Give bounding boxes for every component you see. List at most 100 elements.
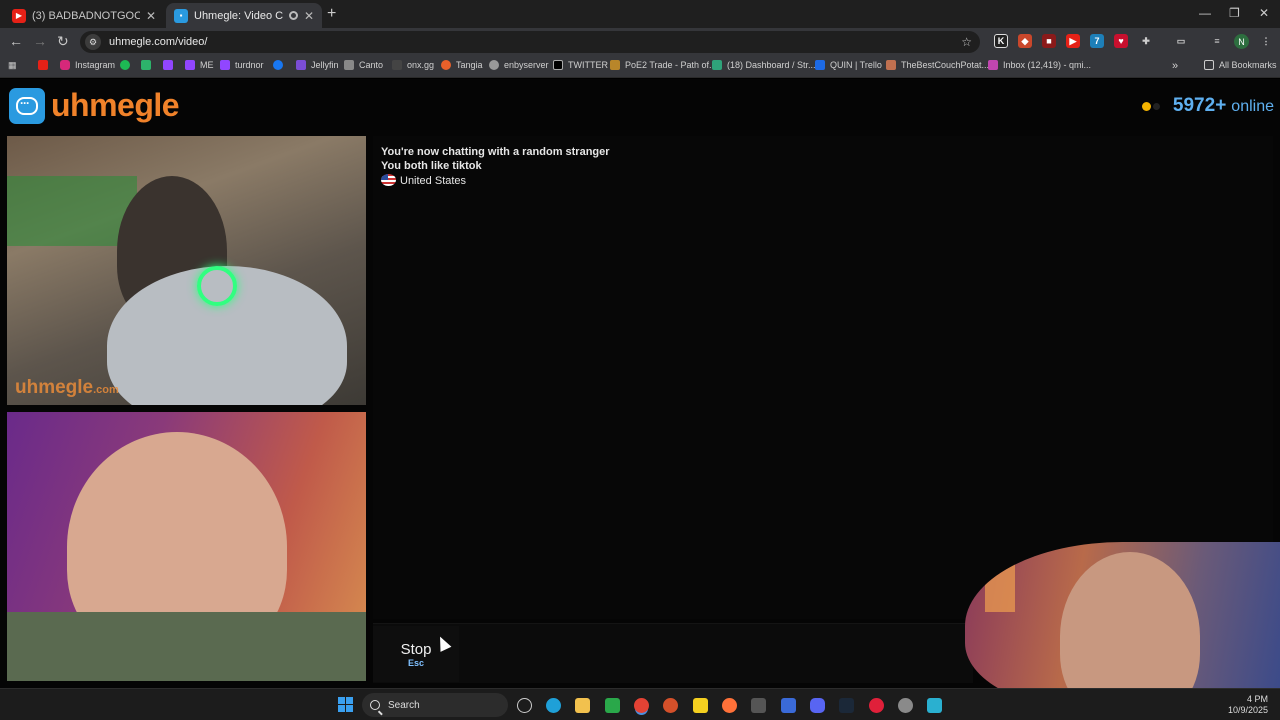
uhmegle-favicon-icon: ▪ bbox=[174, 8, 188, 23]
all-bookmarks[interactable]: All Bookmarks bbox=[1204, 60, 1277, 70]
couchpotato-icon bbox=[886, 60, 896, 70]
bookmark-couchpotato[interactable]: TheBestCouchPotat... bbox=[886, 60, 989, 70]
online-label: online bbox=[1231, 98, 1274, 115]
close-icon[interactable]: ✕ bbox=[146, 9, 156, 23]
app-gray-icon[interactable] bbox=[751, 698, 766, 713]
address-bar[interactable]: ⚙ uhmegle.com/video/ ☆ bbox=[80, 31, 980, 53]
media-player-icon[interactable] bbox=[605, 698, 620, 713]
bookmark-twitter[interactable]: TWITTER bbox=[553, 60, 608, 70]
back-icon[interactable]: ← bbox=[9, 33, 23, 49]
task-view-icon[interactable] bbox=[517, 698, 532, 713]
instagram-icon bbox=[60, 60, 70, 70]
bookmark-trello[interactable]: QUIN | Trello bbox=[815, 60, 882, 70]
extension-shield-icon[interactable]: ♥ bbox=[1114, 34, 1128, 48]
extension-fox-icon[interactable]: ◆ bbox=[1018, 34, 1032, 48]
apps-grid-icon[interactable]: ▦ bbox=[8, 60, 17, 71]
bookmark-twitch[interactable] bbox=[163, 60, 178, 70]
media-controls-icon[interactable]: ≡ bbox=[1210, 34, 1224, 48]
cast-icon[interactable]: ▭ bbox=[1174, 34, 1188, 48]
bookmark-instagram[interactable]: Instagram bbox=[60, 60, 115, 70]
search-label: Search bbox=[388, 699, 420, 711]
bookmark-spotify[interactable] bbox=[120, 60, 135, 70]
online-count: 5972+ bbox=[1172, 95, 1227, 116]
browser-tab-strip: ▶ (3) BADBADNOTGOOD - Playg... ✕ ▪ Uhmeg… bbox=[0, 0, 1280, 28]
bookmark-label: All Bookmarks bbox=[1219, 60, 1277, 70]
bookmark-inbox[interactable]: Inbox (12,419) - qmi... bbox=[988, 60, 1091, 70]
facebook-icon bbox=[273, 60, 283, 70]
system-clock[interactable]: 4 PM 10/9/2025 bbox=[1228, 694, 1268, 716]
close-icon[interactable]: ✕ bbox=[304, 9, 314, 23]
overlay-face bbox=[1060, 552, 1200, 710]
file-explorer-icon[interactable] bbox=[575, 698, 590, 713]
bookmark-me[interactable]: ME bbox=[185, 60, 214, 70]
menu-kebab-icon[interactable]: ⋮ bbox=[1259, 34, 1273, 48]
chat-bubble-icon bbox=[9, 87, 45, 124]
more-bookmarks-icon[interactable]: » bbox=[1172, 60, 1178, 72]
tab-title: (3) BADBADNOTGOOD - Playg... bbox=[32, 9, 140, 22]
browser-toolbar: ← → ↻ ⚙ uhmegle.com/video/ ☆ bbox=[0, 28, 1280, 56]
restore-icon[interactable]: ❐ bbox=[1229, 6, 1240, 20]
bookmark-label: ME bbox=[200, 60, 214, 70]
folder-icon bbox=[1204, 60, 1214, 70]
stop-button[interactable]: Stop Esc bbox=[373, 626, 459, 682]
bookmark-tangia[interactable]: Tangia bbox=[441, 60, 483, 70]
bookmark-jellyfin[interactable]: Jellyfin bbox=[296, 60, 339, 70]
bookmark-onx[interactable]: onx.gg bbox=[392, 60, 434, 70]
x-icon bbox=[553, 60, 563, 70]
bookmark-canto[interactable]: Canto bbox=[344, 60, 383, 70]
sticky-notes-icon[interactable] bbox=[693, 698, 708, 713]
taskbar-search[interactable]: Search bbox=[362, 693, 508, 717]
extensions-puzzle-icon[interactable]: ✚ bbox=[1139, 34, 1153, 48]
extension-youtube-icon[interactable]: ▶ bbox=[1066, 34, 1080, 48]
bookmark-label: TWITTER bbox=[568, 60, 608, 70]
bookmark-label: QUIN | Trello bbox=[830, 60, 882, 70]
notepad-icon[interactable] bbox=[927, 698, 942, 713]
extension-red-icon[interactable]: ■ bbox=[1042, 34, 1056, 48]
search-icon bbox=[370, 700, 380, 710]
bookmark-turdnor[interactable]: turdnor bbox=[220, 60, 264, 70]
bookmark-facebook[interactable] bbox=[273, 60, 288, 70]
reload-icon[interactable]: ↻ bbox=[57, 33, 69, 50]
bookmark-label: (18) Dashboard / Str... bbox=[727, 60, 816, 70]
minimize-icon[interactable]: — bbox=[1199, 6, 1211, 20]
steam-icon[interactable] bbox=[839, 698, 854, 713]
bookmark-label: Inbox (12,419) - qmi... bbox=[1003, 60, 1092, 70]
bookmark-enbyserver[interactable]: enbyserver bbox=[489, 60, 549, 70]
edge-icon[interactable] bbox=[546, 698, 561, 713]
tab-uhmegle[interactable]: ▪ Uhmegle: Video Chat | Om... ✕ bbox=[166, 3, 322, 28]
forward-icon[interactable]: → bbox=[33, 33, 47, 49]
settings-gear-icon[interactable] bbox=[898, 698, 913, 713]
window-close-icon[interactable]: ✕ bbox=[1259, 6, 1269, 20]
headphone-light bbox=[197, 266, 237, 306]
bookmark-green[interactable] bbox=[141, 60, 156, 70]
self-shirt bbox=[7, 612, 366, 681]
mail-icon bbox=[988, 60, 998, 70]
bookmark-star-icon[interactable]: ☆ bbox=[961, 35, 972, 49]
app-red-icon[interactable] bbox=[869, 698, 884, 713]
discord-icon[interactable] bbox=[810, 698, 825, 713]
firefox-icon[interactable] bbox=[722, 698, 737, 713]
site-logo[interactable]: uhmegle bbox=[9, 87, 180, 124]
chrome-icon[interactable] bbox=[634, 698, 649, 713]
recording-icon bbox=[288, 11, 298, 20]
common-interest-message: You both like tiktok bbox=[381, 160, 482, 172]
app-blue-icon[interactable] bbox=[781, 698, 796, 713]
bookmark-dashboard[interactable]: (18) Dashboard / Str... bbox=[712, 60, 816, 70]
twitch-icon bbox=[185, 60, 195, 70]
message-input[interactable] bbox=[463, 626, 963, 682]
extension-7tv-icon[interactable]: 7 bbox=[1090, 34, 1104, 48]
bookmark-poe2[interactable]: PoE2 Trade - Path of... bbox=[610, 60, 717, 70]
bookmark-label: PoE2 Trade - Path of... bbox=[625, 60, 717, 70]
windows-start-icon[interactable] bbox=[338, 697, 353, 712]
country-name: United States bbox=[400, 175, 467, 187]
app-orange-icon[interactable] bbox=[663, 698, 678, 713]
theme-toggle[interactable] bbox=[1141, 101, 1151, 111]
bookmark-youtube[interactable] bbox=[38, 60, 53, 70]
clock-time: 4 PM bbox=[1246, 694, 1268, 704]
extension-k-icon[interactable]: K bbox=[994, 34, 1008, 48]
new-tab-icon[interactable]: + bbox=[327, 5, 336, 23]
site-info-icon[interactable]: ⚙ bbox=[85, 34, 101, 50]
tab-youtube[interactable]: ▶ (3) BADBADNOTGOOD - Playg... ✕ bbox=[4, 3, 164, 28]
profile-avatar[interactable]: N bbox=[1234, 34, 1249, 49]
bookmark-label: turdnor bbox=[235, 60, 264, 70]
